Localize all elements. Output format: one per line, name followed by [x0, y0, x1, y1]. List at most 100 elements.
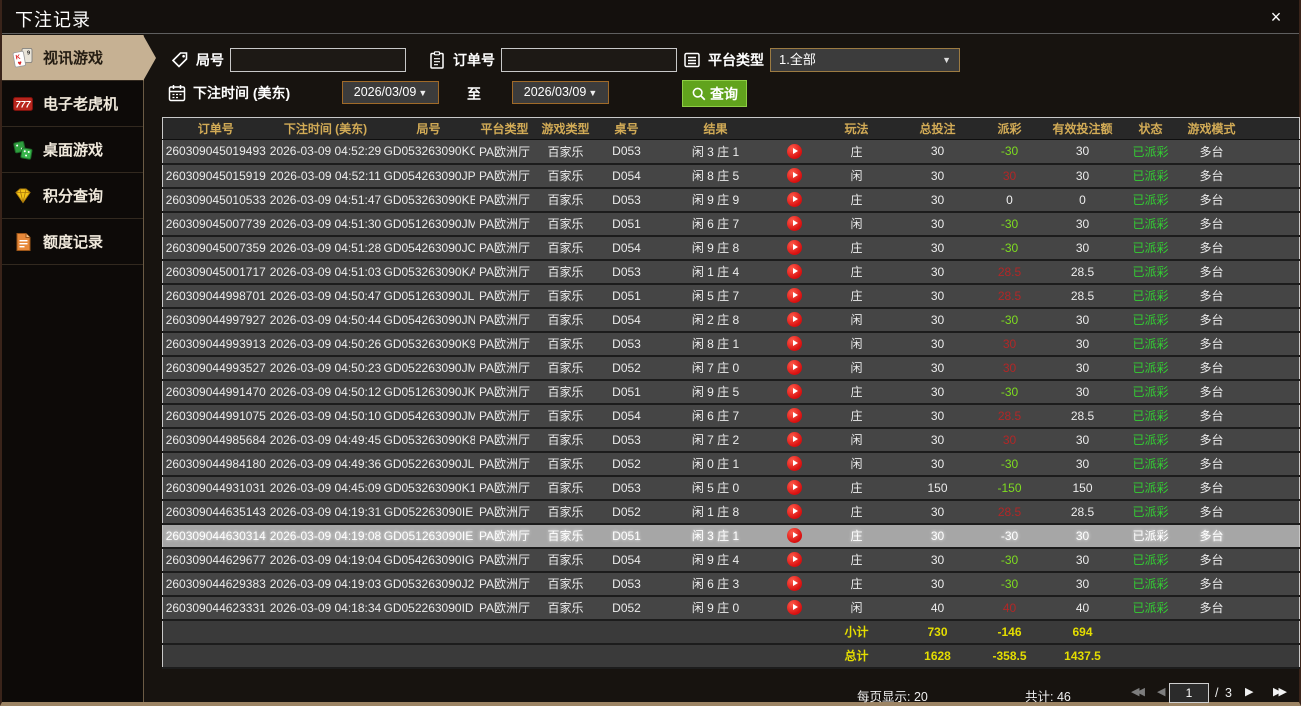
- sidebar-item-3[interactable]: 积分查询: [2, 173, 143, 219]
- payout-cell: 30: [976, 163, 1043, 189]
- table-row[interactable]: 260309044635143 2026-03-09 04:19:31 GD0522…: [162, 499, 1300, 525]
- table-row[interactable]: 260309045007739 2026-03-09 04:51:30 GD0512…: [162, 211, 1300, 237]
- sidebar-item-2[interactable]: 桌面游戏: [2, 127, 143, 173]
- game-cell: 百家乐: [534, 427, 597, 453]
- play-video-icon[interactable]: [787, 432, 802, 448]
- table-row[interactable]: 260309045001717 2026-03-09 04:51:03 GD0532…: [162, 259, 1300, 285]
- play-video-icon[interactable]: [787, 600, 802, 616]
- play-video-icon[interactable]: [787, 216, 802, 232]
- payout-cell: 30: [976, 331, 1043, 357]
- table-row[interactable]: 260309044991470 2026-03-09 04:50:12 GD0512…: [162, 379, 1300, 405]
- result-cell: 闲 6 庄 3: [656, 571, 775, 597]
- play-video-icon[interactable]: [787, 312, 802, 328]
- column-header: [1244, 117, 1300, 140]
- play-video-icon[interactable]: [787, 264, 802, 280]
- table-row[interactable]: 260309044991075 2026-03-09 04:50:10 GD0542…: [162, 403, 1300, 429]
- play-video-icon[interactable]: [787, 480, 802, 496]
- bet-cell: 闲: [814, 307, 899, 333]
- game-cell: 百家乐: [534, 379, 597, 405]
- table-row[interactable]: 260309044997927 2026-03-09 04:50:44 GD0542…: [162, 307, 1300, 333]
- replay-cell: [774, 187, 815, 213]
- sidebar-item-label: 视讯游戏: [43, 50, 104, 67]
- play-video-icon[interactable]: [787, 384, 802, 400]
- mode-cell: 多台: [1178, 187, 1245, 213]
- bet-cell: 闲: [814, 163, 899, 189]
- play-video-icon[interactable]: [787, 143, 802, 159]
- first-page-icon[interactable]: ◀◀: [1131, 685, 1145, 698]
- play-video-icon[interactable]: [787, 168, 802, 184]
- time-cell: 2026-03-09 04:19:08: [268, 523, 383, 549]
- table-row[interactable]: 260309044931031 2026-03-09 04:45:09 GD0532…: [162, 475, 1300, 501]
- sidebar-item-0[interactable]: 9 K ♥ 视讯游戏: [2, 35, 156, 81]
- close-icon[interactable]: ×: [1265, 7, 1287, 29]
- play-video-icon[interactable]: [787, 240, 802, 256]
- query-button-label: 查询: [710, 85, 738, 102]
- payout-cell: -30: [976, 307, 1043, 333]
- play-video-icon[interactable]: [787, 360, 802, 376]
- table-row[interactable]: 260309045015919 2026-03-09 04:52:11 GD0542…: [162, 163, 1300, 189]
- column-header: [774, 117, 815, 140]
- table-row[interactable]: 260309044984180 2026-03-09 04:49:36 GD0522…: [162, 451, 1300, 477]
- date-from-picker[interactable]: 2026/03/09 ▼: [342, 81, 439, 104]
- game-cell: 百家乐: [534, 571, 597, 597]
- table-row[interactable]: 260309045007359 2026-03-09 04:51:28 GD0542…: [162, 235, 1300, 261]
- play-video-icon[interactable]: [787, 192, 802, 208]
- platform-select[interactable]: 1.全部 ▼: [770, 48, 960, 72]
- play-video-icon[interactable]: [787, 336, 802, 352]
- mode-cell: 多台: [1178, 163, 1245, 189]
- replay-cell: [774, 595, 815, 621]
- round-input[interactable]: [230, 48, 406, 72]
- replay-cell: [774, 475, 815, 501]
- query-button[interactable]: 查询: [682, 80, 747, 107]
- total-bet-cell: 30: [898, 307, 977, 333]
- total-bet-cell: 30: [898, 355, 977, 381]
- date-to-picker[interactable]: 2026/03/09 ▼: [512, 81, 609, 104]
- page-number-input[interactable]: [1169, 683, 1209, 703]
- last-page-icon[interactable]: ▶▶: [1273, 685, 1287, 698]
- table-row[interactable]: 260309044998701 2026-03-09 04:50:47 GD0512…: [162, 283, 1300, 309]
- play-video-icon[interactable]: [787, 288, 802, 304]
- bet-cell: 庄: [814, 523, 899, 549]
- play-video-icon[interactable]: [787, 576, 802, 592]
- table-row[interactable]: 260309044623331 2026-03-09 04:18:34 GD0522…: [162, 595, 1300, 621]
- order-cell: 260309045001717: [162, 259, 269, 285]
- table-row[interactable]: 260309045019493 2026-03-09 04:52:29 GD0532…: [162, 139, 1300, 165]
- grand-total-row: 总计 1628 -358.5 1437.5: [162, 643, 1300, 669]
- sidebar-item-1[interactable]: 777 电子老虎机: [2, 81, 143, 127]
- table-row[interactable]: 260309044993527 2026-03-09 04:50:23 GD0522…: [162, 355, 1300, 381]
- table-row[interactable]: 260309044630314 2026-03-09 04:19:08 GD0512…: [162, 523, 1300, 549]
- sidebar-item-label: 积分查询: [43, 188, 104, 205]
- total-bet-cell: 30: [898, 283, 977, 309]
- game-cell: 百家乐: [534, 595, 597, 621]
- total-bet-cell: 30: [898, 403, 977, 429]
- valid-bet-cell: 30: [1042, 523, 1123, 549]
- table-row[interactable]: 260309045010533 2026-03-09 04:51:47 GD0532…: [162, 187, 1300, 213]
- prev-page-icon[interactable]: ◀: [1157, 685, 1166, 698]
- table-no-cell: D053: [596, 259, 657, 285]
- bet-cell: 闲: [814, 451, 899, 477]
- total-bet-cell: 30: [898, 427, 977, 453]
- payout-cell: 40: [976, 595, 1043, 621]
- table-row[interactable]: 260309044985684 2026-03-09 04:49:45 GD0532…: [162, 427, 1300, 453]
- play-video-icon[interactable]: [787, 456, 802, 472]
- order-cell: 260309044991470: [162, 379, 269, 405]
- spacer-cell: [1244, 379, 1300, 405]
- mode-cell: 多台: [1178, 235, 1245, 261]
- valid-bet-cell: 30: [1042, 163, 1123, 189]
- play-video-icon[interactable]: [787, 408, 802, 424]
- table-row[interactable]: 260309044629677 2026-03-09 04:19:04 GD0542…: [162, 547, 1300, 573]
- play-video-icon[interactable]: [787, 552, 802, 568]
- play-video-icon[interactable]: [787, 528, 802, 544]
- order-cell: 260309044993913: [162, 331, 269, 357]
- round-cell: GD053263090K9: [382, 331, 475, 357]
- payout-cell: 30: [976, 355, 1043, 381]
- order-input[interactable]: [501, 48, 677, 72]
- time-cell: 2026-03-09 04:18:34: [268, 595, 383, 621]
- bet-time-filter-label: 下注时间 (美东): [167, 80, 290, 106]
- table-row[interactable]: 260309044629383 2026-03-09 04:19:03 GD0532…: [162, 571, 1300, 597]
- result-cell: 闲 2 庄 8: [656, 307, 775, 333]
- sidebar-item-4[interactable]: 额度记录: [2, 219, 143, 265]
- table-row[interactable]: 260309044993913 2026-03-09 04:50:26 GD0532…: [162, 331, 1300, 357]
- next-page-icon[interactable]: ▶: [1245, 685, 1254, 698]
- play-video-icon[interactable]: [787, 504, 802, 520]
